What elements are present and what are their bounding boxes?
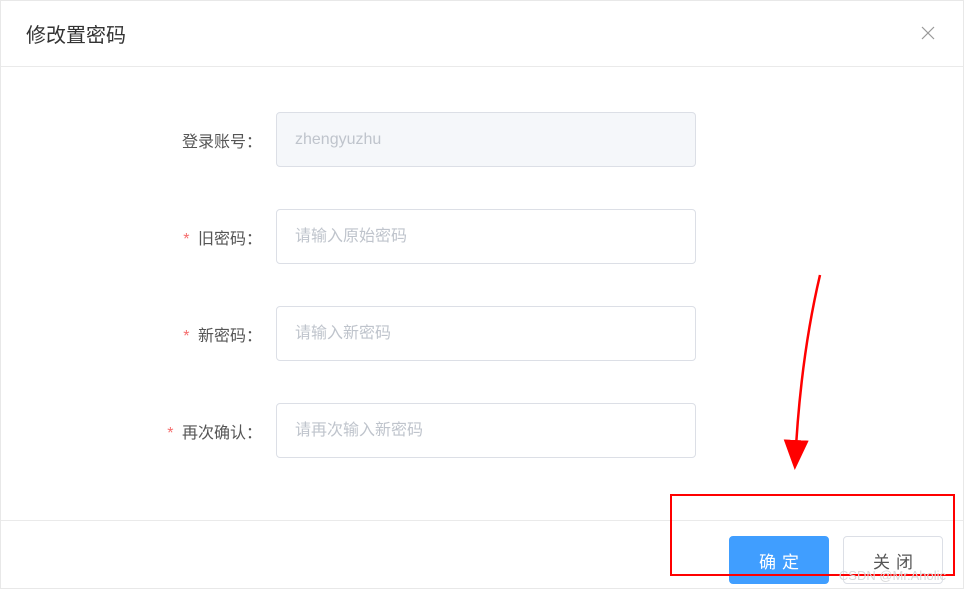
old-password-row: * 旧密码： <box>41 209 923 264</box>
confirm-password-label: * 再次确认： <box>41 419 276 443</box>
account-input <box>276 112 696 167</box>
confirm-password-label-text: 再次确认： <box>182 425 262 442</box>
confirm-password-row: * 再次确认： <box>41 403 923 458</box>
old-password-label-text: 旧密码： <box>198 231 262 248</box>
dialog-title: 修改置密码 <box>26 19 126 48</box>
watermark: CSDN @Mr.Aholic <box>839 568 946 583</box>
required-mark: * <box>167 425 173 442</box>
password-change-dialog: 修改置密码 登录账号： * 旧密码： * 新密码： <box>0 0 964 589</box>
dialog-header: 修改置密码 <box>1 1 963 67</box>
confirm-button[interactable]: 确定 <box>729 536 829 584</box>
account-row: 登录账号： <box>41 112 923 167</box>
new-password-label-text: 新密码： <box>198 328 262 345</box>
account-label-text: 登录账号： <box>182 134 262 151</box>
new-password-row: * 新密码： <box>41 306 923 361</box>
old-password-label: * 旧密码： <box>41 225 276 249</box>
new-password-input[interactable] <box>276 306 696 361</box>
dialog-body: 登录账号： * 旧密码： * 新密码： * 再次确认： <box>1 67 963 520</box>
required-mark: * <box>183 231 189 248</box>
required-mark: * <box>183 328 189 345</box>
old-password-input[interactable] <box>276 209 696 264</box>
account-label: 登录账号： <box>41 128 276 152</box>
confirm-password-input[interactable] <box>276 403 696 458</box>
close-icon[interactable] <box>920 25 938 43</box>
new-password-label: * 新密码： <box>41 322 276 346</box>
dialog-footer: 确定 关闭 <box>1 520 963 599</box>
